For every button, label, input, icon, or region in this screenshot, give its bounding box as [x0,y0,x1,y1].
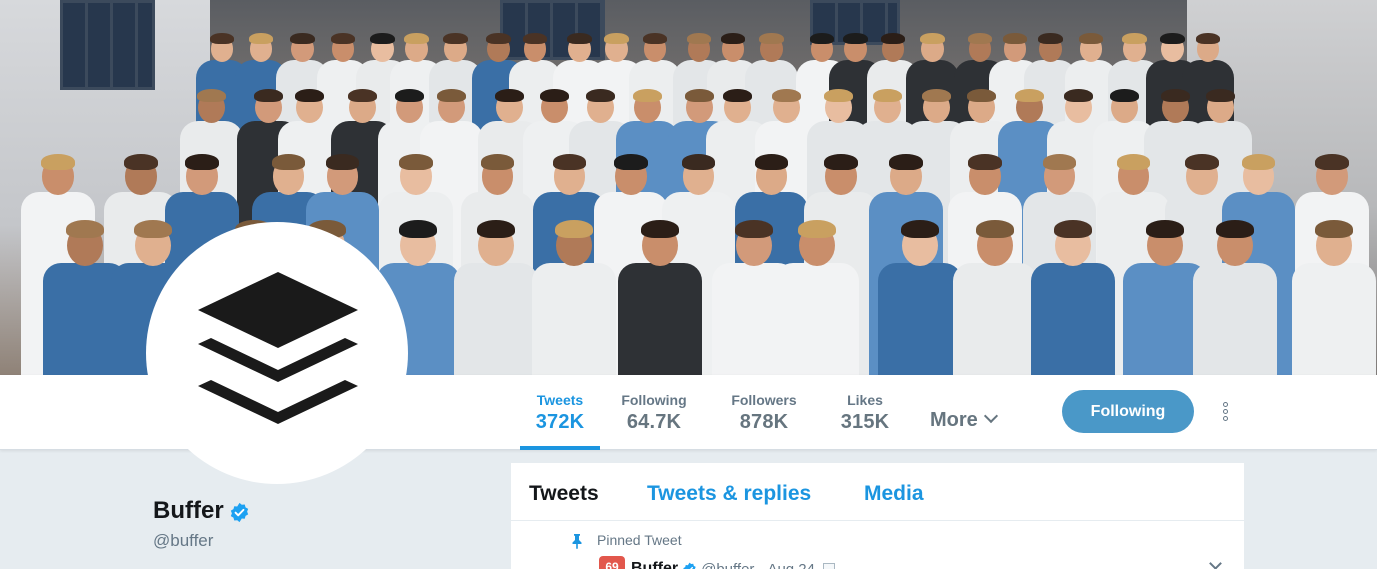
profile-handle[interactable]: @buffer [153,531,213,551]
crowd-person [1031,215,1116,375]
following-button[interactable]: Following [1062,390,1194,433]
crowd-person [617,215,702,375]
crowd-person [877,215,962,375]
tweet-separator: · [758,560,764,569]
tweet-avatar[interactable]: 69 [599,556,625,569]
crowd-person [531,215,616,375]
stat-followers[interactable]: Followers 878K [722,375,806,450]
crowd-person [454,215,539,375]
stat-label: Tweets [536,392,584,408]
tweet-author-handle[interactable]: @buffer [701,561,754,569]
crowd-person [1291,215,1376,375]
stat-tweets[interactable]: Tweets 372K [520,375,600,450]
more-button[interactable]: More [930,408,998,432]
caret-down-icon[interactable] [1209,557,1222,569]
verified-badge-icon [230,502,248,523]
tweet-header: 69 Buffer @buffer · Aug 24 [599,556,835,569]
crowd-person [952,215,1037,375]
tweet-author-name[interactable]: Buffer [631,560,678,569]
stat-following[interactable]: Following 64.7K [612,375,696,450]
stat-label: Likes [847,392,883,408]
stat-label: Followers [731,392,797,408]
tweet-date[interactable]: Aug 24 [767,561,815,569]
pin-icon [572,534,582,549]
avatar[interactable] [146,222,408,484]
timeline: Tweets Tweets & replies Media Pinned Twe… [510,462,1246,569]
stat-value: 878K [739,411,789,433]
buffer-logo-icon [198,272,358,424]
stat-value: 64.7K [626,411,682,433]
tab-tweets-and-replies[interactable]: Tweets & replies [647,482,811,506]
more-label: More [930,409,978,431]
stat-value: 315K [840,411,890,433]
profile-name[interactable]: Buffer [153,497,224,525]
profile-name-row: Buffer [153,497,250,525]
stat-likes[interactable]: Likes 315K [830,375,900,450]
stat-value: 372K [535,411,585,433]
more-vertical-icon[interactable] [1217,402,1233,424]
verified-badge-icon [683,562,696,569]
crowd-person [775,215,860,375]
tab-media[interactable]: Media [864,482,924,506]
translate-icon [822,563,835,569]
crowd-person [1192,215,1277,375]
stat-label: Following [621,392,687,408]
pinned-tweet-label: Pinned Tweet [597,532,682,548]
chevron-down-icon [983,408,998,424]
tab-tweets[interactable]: Tweets [529,482,599,506]
timeline-tabs: Tweets Tweets & replies Media [511,463,1246,521]
